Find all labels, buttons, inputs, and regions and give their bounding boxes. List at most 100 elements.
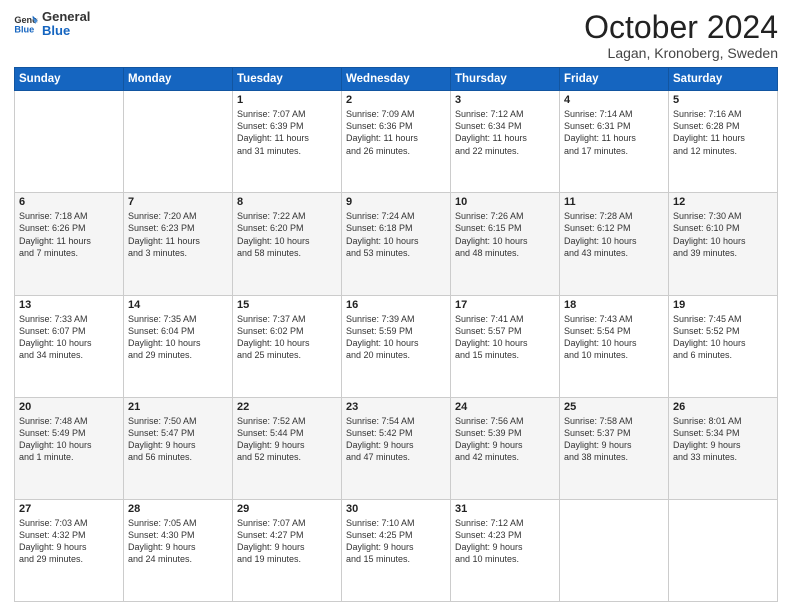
calendar-cell-w4-d6: 25Sunrise: 7:58 AM Sunset: 5:37 PM Dayli… <box>560 397 669 499</box>
logo: General Blue General Blue <box>14 10 90 39</box>
calendar-cell-w1-d2 <box>124 91 233 193</box>
calendar-cell-w5-d7 <box>669 499 778 601</box>
cell-content: Sunrise: 7:07 AM Sunset: 4:27 PM Dayligh… <box>237 517 337 566</box>
col-sunday: Sunday <box>15 68 124 91</box>
logo-general: General <box>42 10 90 24</box>
week-row-2: 6 Sunrise: 7:18 AM Sunset: 6:26 PM Daylig… <box>15 193 778 295</box>
calendar-cell-w4-d2: 21 Sunrise: 7:50 AM Sunset: 5:47 PM Dayli… <box>124 397 233 499</box>
day-number: 7 <box>128 196 228 208</box>
day-number: 14 <box>128 299 228 311</box>
day-number: 11 <box>564 196 664 208</box>
calendar-cell-w1-d1 <box>15 91 124 193</box>
col-saturday: Saturday <box>669 68 778 91</box>
calendar-cell-w3-d5: 17 Sunrise: 7:41 AM Sunset: 5:57 PM Dayli… <box>451 295 560 397</box>
calendar-cell-w3-d2: 14 Sunrise: 7:35 AM Sunset: 6:04 PM Dayli… <box>124 295 233 397</box>
calendar-cell-w4-d3: 22Sunrise: 7:52 AM Sunset: 5:44 PM Dayli… <box>233 397 342 499</box>
cell-content: Sunrise: 7:30 AM Sunset: 6:10 PM Dayligh… <box>673 210 773 259</box>
calendar-cell-w2-d6: 11Sunrise: 7:28 AM Sunset: 6:12 PM Dayli… <box>560 193 669 295</box>
col-tuesday: Tuesday <box>233 68 342 91</box>
day-number: 20 <box>19 401 119 413</box>
day-number: 13 <box>19 299 119 311</box>
logo-blue: Blue <box>42 24 90 38</box>
calendar-cell-w4-d4: 23 Sunrise: 7:54 AM Sunset: 5:42 PM Dayli… <box>342 397 451 499</box>
week-row-1: 1 Sunrise: 7:07 AM Sunset: 6:39 PM Daylig… <box>15 91 778 193</box>
cell-content: Sunrise: 7:09 AM Sunset: 6:36 PM Dayligh… <box>346 108 446 157</box>
calendar-cell-w2-d4: 9 Sunrise: 7:24 AM Sunset: 6:18 PM Daylig… <box>342 193 451 295</box>
cell-content: Sunrise: 7:45 AM Sunset: 5:52 PM Dayligh… <box>673 313 773 362</box>
cell-content: Sunrise: 7:18 AM Sunset: 6:26 PM Dayligh… <box>19 210 119 259</box>
cell-content: Sunrise: 7:56 AM Sunset: 5:39 PM Dayligh… <box>455 415 555 464</box>
day-number: 30 <box>346 503 446 515</box>
day-number: 8 <box>237 196 337 208</box>
calendar-cell-w1-d6: 4 Sunrise: 7:14 AM Sunset: 6:31 PM Daylig… <box>560 91 669 193</box>
day-number: 2 <box>346 94 446 106</box>
cell-content: Sunrise: 7:26 AM Sunset: 6:15 PM Dayligh… <box>455 210 555 259</box>
cell-content: Sunrise: 7:43 AM Sunset: 5:54 PM Dayligh… <box>564 313 664 362</box>
day-number: 1 <box>237 94 337 106</box>
cell-content: Sunrise: 7:10 AM Sunset: 4:25 PM Dayligh… <box>346 517 446 566</box>
day-number: 31 <box>455 503 555 515</box>
calendar-cell-w5-d5: 31 Sunrise: 7:12 AM Sunset: 4:23 PM Dayli… <box>451 499 560 601</box>
cell-content: Sunrise: 7:35 AM Sunset: 6:04 PM Dayligh… <box>128 313 228 362</box>
cell-content: Sunrise: 7:12 AM Sunset: 6:34 PM Dayligh… <box>455 108 555 157</box>
day-number: 25 <box>564 401 664 413</box>
day-number: 29 <box>237 503 337 515</box>
day-number: 27 <box>19 503 119 515</box>
calendar-cell-w4-d1: 20 Sunrise: 7:48 AM Sunset: 5:49 PM Dayli… <box>15 397 124 499</box>
day-number: 21 <box>128 401 228 413</box>
calendar-cell-w4-d5: 24Sunrise: 7:56 AM Sunset: 5:39 PM Dayli… <box>451 397 560 499</box>
cell-content: Sunrise: 7:24 AM Sunset: 6:18 PM Dayligh… <box>346 210 446 259</box>
calendar-cell-w1-d5: 3 Sunrise: 7:12 AM Sunset: 6:34 PM Daylig… <box>451 91 560 193</box>
day-number: 5 <box>673 94 773 106</box>
calendar-cell-w3-d6: 18 Sunrise: 7:43 AM Sunset: 5:54 PM Dayli… <box>560 295 669 397</box>
calendar-cell-w5-d6 <box>560 499 669 601</box>
day-number: 28 <box>128 503 228 515</box>
cell-content: Sunrise: 8:01 AM Sunset: 5:34 PM Dayligh… <box>673 415 773 464</box>
cell-content: Sunrise: 7:07 AM Sunset: 6:39 PM Dayligh… <box>237 108 337 157</box>
day-number: 6 <box>19 196 119 208</box>
cell-content: Sunrise: 7:20 AM Sunset: 6:23 PM Dayligh… <box>128 210 228 259</box>
month-title: October 2024 <box>584 10 778 45</box>
day-number: 4 <box>564 94 664 106</box>
calendar-cell-w2-d5: 10 Sunrise: 7:26 AM Sunset: 6:15 PM Dayli… <box>451 193 560 295</box>
day-number: 22 <box>237 401 337 413</box>
day-number: 16 <box>346 299 446 311</box>
cell-content: Sunrise: 7:54 AM Sunset: 5:42 PM Dayligh… <box>346 415 446 464</box>
calendar-cell-w2-d7: 12 Sunrise: 7:30 AM Sunset: 6:10 PM Dayli… <box>669 193 778 295</box>
cell-content: Sunrise: 7:39 AM Sunset: 5:59 PM Dayligh… <box>346 313 446 362</box>
cell-content: Sunrise: 7:41 AM Sunset: 5:57 PM Dayligh… <box>455 313 555 362</box>
calendar-header-row: Sunday Monday Tuesday Wednesday Thursday… <box>15 68 778 91</box>
week-row-5: 27Sunrise: 7:03 AM Sunset: 4:32 PM Dayli… <box>15 499 778 601</box>
header: General Blue General Blue October 2024 L… <box>14 10 778 61</box>
location: Lagan, Kronoberg, Sweden <box>584 45 778 61</box>
calendar-cell-w5-d1: 27Sunrise: 7:03 AM Sunset: 4:32 PM Dayli… <box>15 499 124 601</box>
cell-content: Sunrise: 7:48 AM Sunset: 5:49 PM Dayligh… <box>19 415 119 464</box>
calendar-cell-w3-d3: 15 Sunrise: 7:37 AM Sunset: 6:02 PM Dayli… <box>233 295 342 397</box>
page: General Blue General Blue October 2024 L… <box>0 0 792 612</box>
calendar-cell-w2-d1: 6 Sunrise: 7:18 AM Sunset: 6:26 PM Daylig… <box>15 193 124 295</box>
calendar-cell-w3-d4: 16 Sunrise: 7:39 AM Sunset: 5:59 PM Dayli… <box>342 295 451 397</box>
calendar-cell-w1-d7: 5Sunrise: 7:16 AM Sunset: 6:28 PM Daylig… <box>669 91 778 193</box>
day-number: 19 <box>673 299 773 311</box>
calendar-cell-w4-d7: 26 Sunrise: 8:01 AM Sunset: 5:34 PM Dayli… <box>669 397 778 499</box>
day-number: 15 <box>237 299 337 311</box>
day-number: 17 <box>455 299 555 311</box>
calendar-cell-w1-d3: 1 Sunrise: 7:07 AM Sunset: 6:39 PM Daylig… <box>233 91 342 193</box>
cell-content: Sunrise: 7:50 AM Sunset: 5:47 PM Dayligh… <box>128 415 228 464</box>
title-block: October 2024 Lagan, Kronoberg, Sweden <box>584 10 778 61</box>
day-number: 10 <box>455 196 555 208</box>
calendar-cell-w3-d7: 19 Sunrise: 7:45 AM Sunset: 5:52 PM Dayli… <box>669 295 778 397</box>
cell-content: Sunrise: 7:05 AM Sunset: 4:30 PM Dayligh… <box>128 517 228 566</box>
cell-content: Sunrise: 7:33 AM Sunset: 6:07 PM Dayligh… <box>19 313 119 362</box>
day-number: 23 <box>346 401 446 413</box>
day-number: 9 <box>346 196 446 208</box>
cell-content: Sunrise: 7:14 AM Sunset: 6:31 PM Dayligh… <box>564 108 664 157</box>
logo-icon: General Blue <box>14 14 38 34</box>
cell-content: Sunrise: 7:37 AM Sunset: 6:02 PM Dayligh… <box>237 313 337 362</box>
calendar-cell-w2-d3: 8Sunrise: 7:22 AM Sunset: 6:20 PM Daylig… <box>233 193 342 295</box>
day-number: 18 <box>564 299 664 311</box>
day-number: 12 <box>673 196 773 208</box>
day-number: 3 <box>455 94 555 106</box>
cell-content: Sunrise: 7:12 AM Sunset: 4:23 PM Dayligh… <box>455 517 555 566</box>
day-number: 26 <box>673 401 773 413</box>
